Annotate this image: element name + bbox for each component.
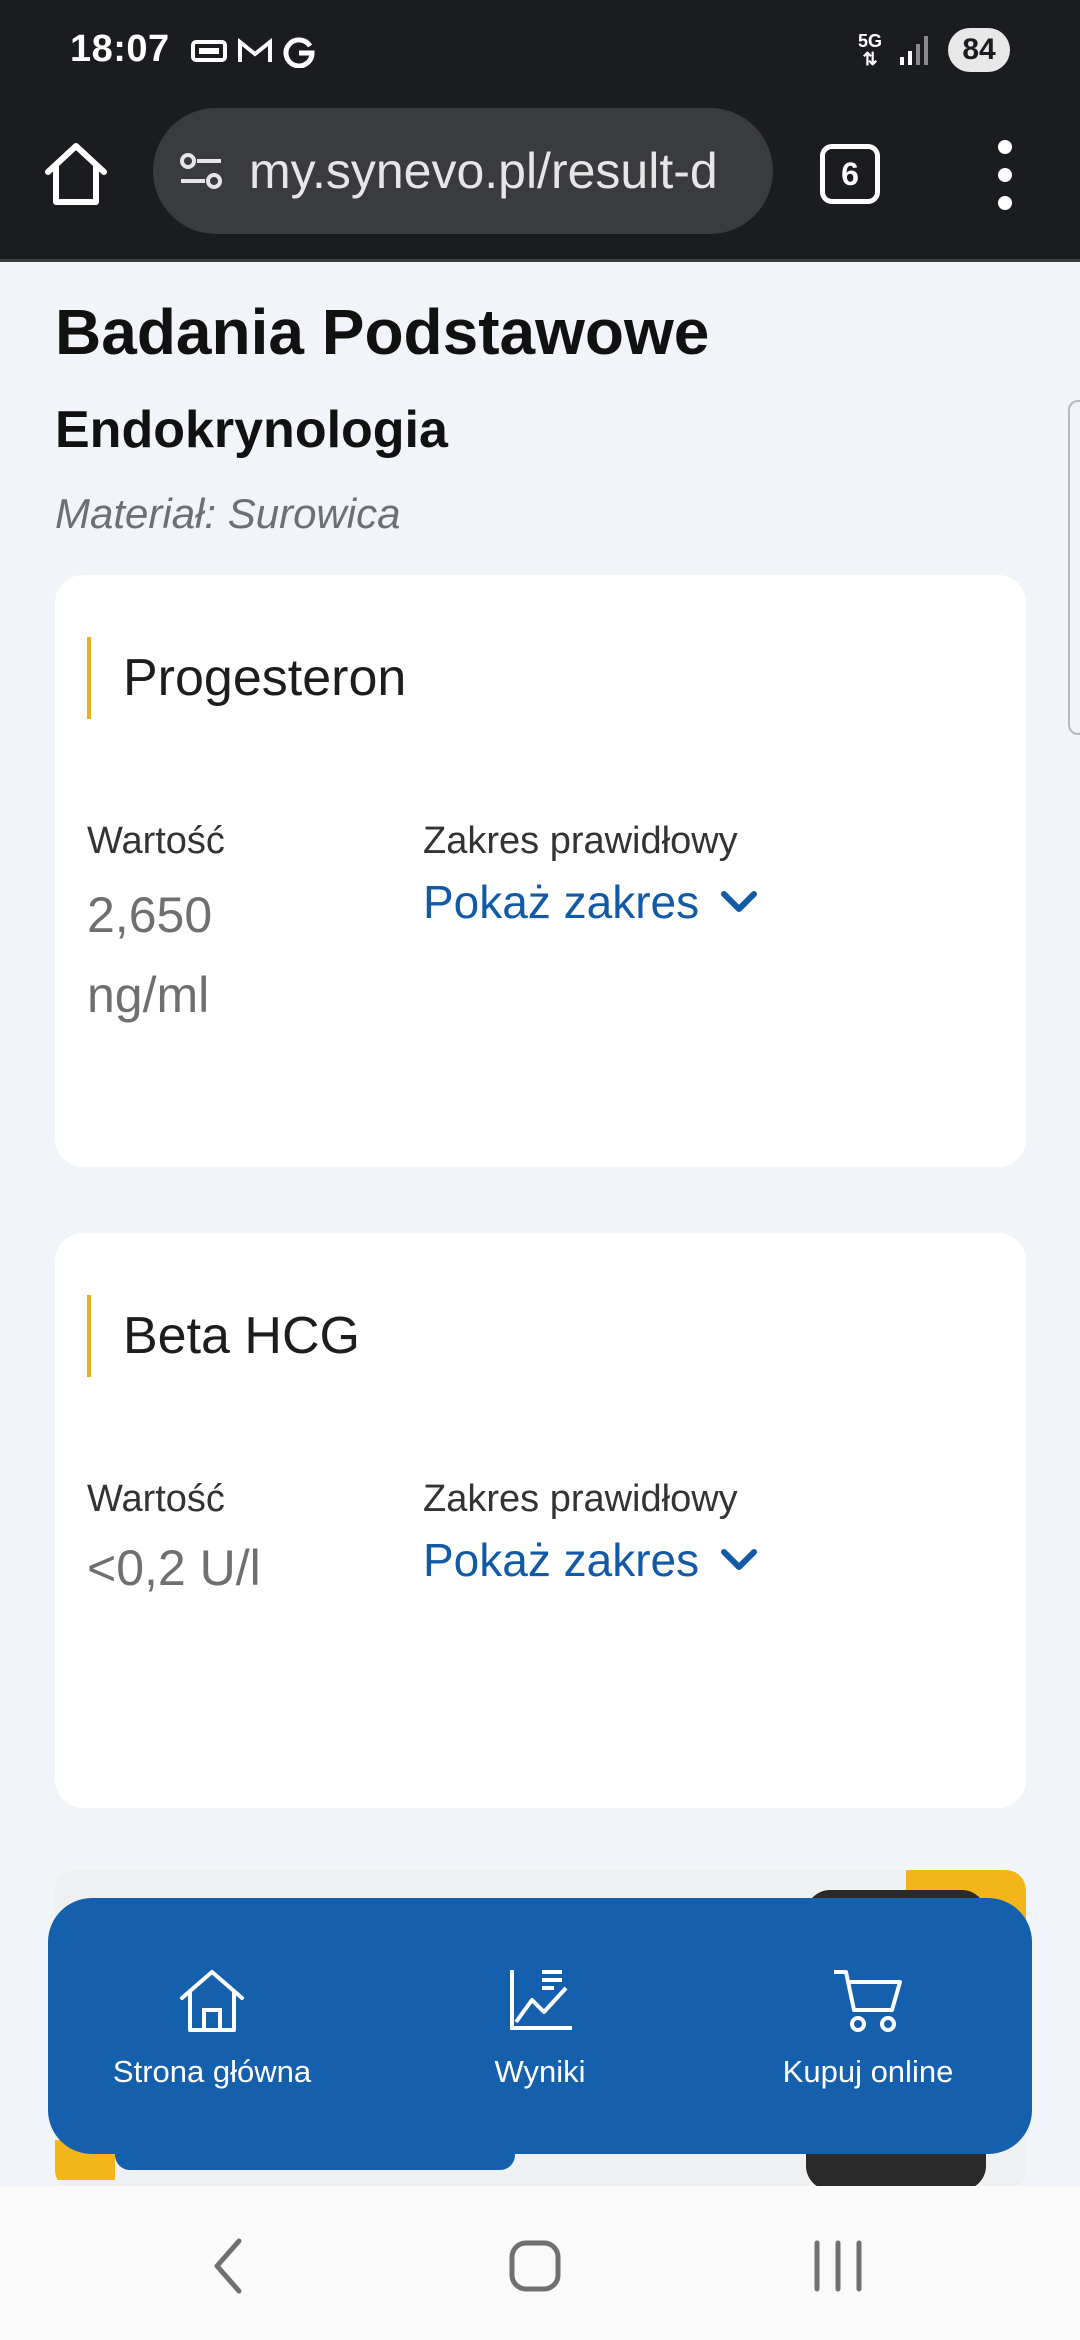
result-value: <0,2 U/l — [87, 1540, 261, 1596]
value-label: Wartość — [87, 1478, 225, 1520]
range-label: Zakres prawidłowy — [423, 820, 738, 862]
result-card-header: Beta HCG — [87, 1295, 360, 1377]
home-button-icon[interactable] — [500, 2231, 570, 2301]
battery-indicator: 84 — [948, 28, 1010, 72]
material-label: Materiał: Surowica — [55, 490, 401, 537]
range-label: Zakres prawidłowy — [423, 1478, 738, 1520]
subscription-icon — [191, 40, 227, 62]
gmail-icon — [238, 37, 272, 62]
nav-label: Wyniki — [494, 2054, 586, 2089]
page-title: Badania Podstawowe — [55, 296, 710, 368]
system-navigation-bar — [0, 2186, 1080, 2340]
home-icon — [180, 1970, 244, 2032]
value-label: Wartość — [87, 820, 225, 862]
chevron-down-icon — [721, 891, 758, 912]
address-bar[interactable]: my.synevo.pl/result-d — [153, 108, 773, 234]
show-range-text: Pokaż zakres — [423, 1534, 700, 1586]
show-range-text: Pokaż zakres — [423, 876, 700, 928]
chevron-down-icon — [721, 1549, 758, 1570]
test-name: Progesteron — [123, 649, 407, 707]
show-range-link[interactable]: Pokaż zakres — [423, 1533, 759, 1587]
result-value: 2,650 ng/ml — [87, 887, 213, 1023]
back-icon[interactable] — [195, 2231, 265, 2301]
scroll-handle[interactable] — [1068, 400, 1080, 735]
url-text: my.synevo.pl/result-d — [249, 143, 718, 199]
show-range-link[interactable]: Pokaż zakres — [423, 875, 759, 929]
google-icon — [283, 37, 315, 68]
result-card: Progesteron Wartość 2,650 ng/ml Zakres p… — [55, 575, 1026, 1167]
result-card-header: Progesteron — [87, 637, 406, 719]
system-status: 5G ⇅ 84 — [858, 28, 1010, 72]
cart-icon — [834, 1970, 902, 2032]
signal-icon — [900, 36, 928, 65]
chart-icon — [510, 1970, 572, 2030]
site-settings-icon[interactable] — [175, 145, 227, 197]
status-bar: 18:07 5G ⇅ 84 — [0, 0, 1080, 100]
browser-toolbar: my.synevo.pl/result-d 6 — [0, 100, 1080, 262]
bottom-navigation: Strona główna Wyniki Kupuj online — [48, 1898, 1032, 2154]
tab-switcher-button[interactable]: 6 — [820, 144, 880, 204]
nav-item-results[interactable]: Wyniki — [376, 1898, 704, 2154]
result-card: Beta HCG Wartość <0,2 U/l Zakres prawidł… — [55, 1233, 1026, 1808]
page-content: Badania Podstawowe Endokrynologia Materi… — [0, 265, 1080, 2190]
nav-label: Kupuj online — [782, 2054, 954, 2089]
more-menu-icon[interactable] — [990, 140, 1020, 210]
nav-label: Strona główna — [112, 2054, 312, 2089]
network-type: 5G ⇅ — [857, 31, 882, 69]
section-title: Endokrynologia — [55, 401, 448, 459]
nav-item-shop[interactable]: Kupuj online — [704, 1898, 1032, 2154]
status-time: 18:07 — [70, 28, 170, 70]
nav-item-home[interactable]: Strona główna — [48, 1898, 376, 2154]
test-name: Beta HCG — [123, 1307, 360, 1365]
recent-apps-icon[interactable] — [803, 2231, 873, 2301]
home-icon[interactable] — [40, 138, 112, 210]
notification-icons — [190, 34, 316, 68]
